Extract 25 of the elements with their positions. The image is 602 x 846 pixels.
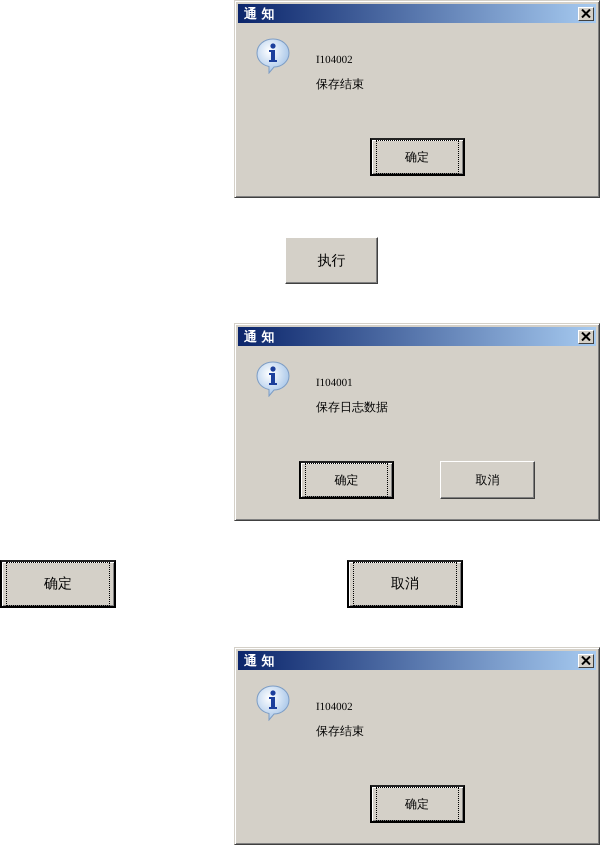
dialog-button[interactable]: 取消 (347, 560, 463, 608)
message-code: I104002 (316, 54, 354, 66)
close-icon (581, 9, 591, 18)
dialog-button[interactable]: 确定 (0, 560, 116, 608)
close-button[interactable] (578, 6, 594, 20)
close-icon (581, 332, 591, 341)
dialog-button[interactable]: 确定 (370, 138, 464, 176)
message-text: 保存结束 (316, 76, 364, 93)
close-icon (581, 656, 591, 665)
message-code: I104002 (316, 701, 354, 713)
message-code: I104001 (316, 377, 354, 389)
window-title: 通 知 (244, 652, 275, 670)
info-icon (256, 685, 290, 721)
dialog-button[interactable]: 执行 (285, 237, 378, 284)
info-icon (256, 38, 290, 74)
message-text: 保存日志数据 (316, 399, 388, 416)
close-button[interactable] (578, 330, 594, 344)
info-icon (256, 361, 290, 397)
dialog-button[interactable]: 确定 (370, 785, 464, 823)
window-title: 通 知 (244, 6, 275, 22)
dialog-button[interactable]: 取消 (440, 461, 535, 499)
close-button[interactable] (578, 654, 594, 668)
message-text: 保存结束 (316, 723, 364, 740)
dialog-button[interactable]: 确定 (299, 461, 394, 499)
window-title: 通 知 (244, 328, 275, 346)
